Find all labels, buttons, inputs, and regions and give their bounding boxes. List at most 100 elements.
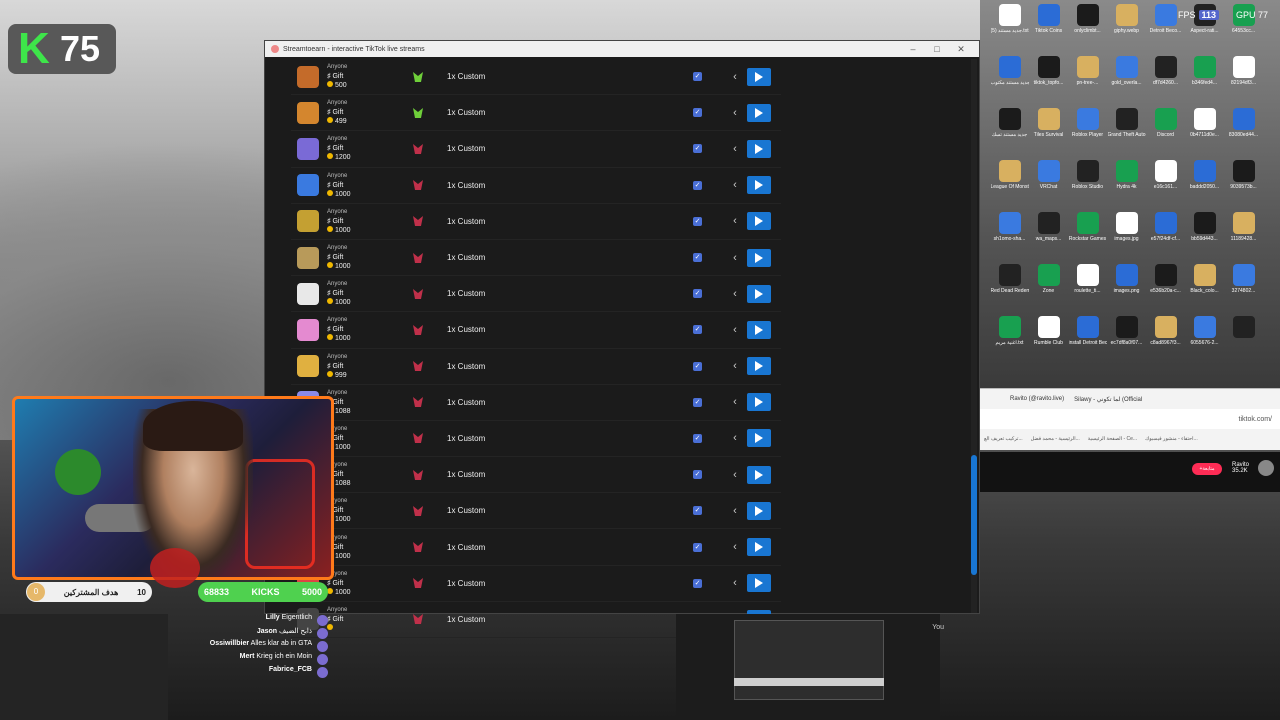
- desktop-shortcut[interactable]: Rockstar Games: [1068, 212, 1107, 264]
- enabled-checkbox[interactable]: ✓: [693, 180, 702, 190]
- desktop-shortcut[interactable]: wa_maps...: [1029, 212, 1068, 264]
- desktop-shortcut[interactable]: roulette_ti...: [1068, 264, 1107, 316]
- desktop-shortcut[interactable]: Roblox Player: [1068, 108, 1107, 160]
- desktop-shortcut[interactable]: Red Dead Redemp...: [990, 264, 1029, 316]
- enabled-checkbox[interactable]: ✓: [693, 216, 702, 226]
- play-button[interactable]: [747, 67, 771, 86]
- play-button[interactable]: [747, 176, 771, 195]
- table-row[interactable]: Anyone ♯ Gift 1000 1x Custom ✓ ‹: [291, 312, 781, 349]
- desktop-shortcut[interactable]: df7d4260...: [1146, 56, 1185, 108]
- table-row[interactable]: Anyone ♯ Gift 1000 1x Custom ✓ ‹: [291, 493, 781, 530]
- table-row[interactable]: Anyone ♯ Gift 1000 1x Custom ✓ ‹: [291, 204, 781, 240]
- play-button[interactable]: [747, 139, 771, 158]
- enabled-checkbox[interactable]: ✓: [693, 72, 702, 82]
- desktop-shortcut[interactable]: pn-tree-...: [1068, 56, 1107, 108]
- chevron-left-icon[interactable]: ‹: [729, 322, 741, 338]
- desktop-shortcut[interactable]: 3274802...: [1224, 264, 1263, 316]
- play-button[interactable]: [747, 357, 771, 376]
- desktop-shortcut[interactable]: onlyclimbt...: [1068, 4, 1107, 56]
- table-row[interactable]: Anyone ♯ Gift 1200 1x Custom ✓ ‹: [291, 131, 781, 168]
- desktop-shortcut[interactable]: VRChat: [1029, 160, 1068, 212]
- chevron-left-icon[interactable]: ‹: [729, 503, 741, 519]
- bookmark[interactable]: تركيب تعريف الع...: [984, 436, 1023, 442]
- address-bar[interactable]: tiktok.com/: [980, 409, 1280, 429]
- chevron-left-icon[interactable]: ‹: [729, 213, 741, 229]
- desktop-shortcut[interactable]: images.png: [1107, 264, 1146, 316]
- desktop-shortcut[interactable]: Tiktok Coins: [1029, 4, 1068, 56]
- desktop-shortcut[interactable]: 83080ed44...: [1224, 108, 1263, 160]
- desktop-shortcut[interactable]: giphy.webp: [1107, 4, 1146, 56]
- desktop-shortcut[interactable]: Rumble Club: [1029, 316, 1068, 368]
- enabled-checkbox[interactable]: ✓: [693, 542, 702, 552]
- desktop-shortcut[interactable]: اغنية مريم.txt: [990, 316, 1029, 368]
- table-row[interactable]: Anyone ♯ Gift 1000 1x Custom ✓ ‹: [291, 421, 781, 458]
- table-row[interactable]: Anyone ♯ Gift 499 1x Custom ✓ ‹: [291, 95, 781, 132]
- play-button[interactable]: [747, 574, 771, 593]
- follow-button[interactable]: +متابعة: [1192, 463, 1222, 475]
- enabled-checkbox[interactable]: ✓: [693, 144, 702, 154]
- chevron-left-icon[interactable]: ‹: [729, 286, 741, 302]
- desktop-shortcut[interactable]: c8ad8967f3...: [1146, 316, 1185, 368]
- chevron-left-icon[interactable]: ‹: [729, 467, 741, 483]
- play-button[interactable]: [747, 212, 771, 231]
- chevron-left-icon[interactable]: ‹: [729, 141, 741, 157]
- scrollbar-thumb[interactable]: [971, 455, 977, 575]
- play-button[interactable]: [747, 103, 771, 122]
- minimize-icon[interactable]: –: [901, 44, 925, 54]
- desktop-shortcut[interactable]: Roblox Studio: [1068, 160, 1107, 212]
- desktop-shortcut[interactable]: جديد مستند مكتوب: [990, 56, 1029, 108]
- play-button[interactable]: [747, 248, 771, 267]
- table-row[interactable]: Anyone ♯ Gift 999 1x Custom ✓ ‹: [291, 349, 781, 385]
- desktop-shortcut[interactable]: Grand Theft Auto V: [1107, 108, 1146, 160]
- enabled-checkbox[interactable]: ✓: [693, 433, 702, 443]
- enabled-checkbox[interactable]: ✓: [693, 397, 702, 407]
- browser-window[interactable]: Ravito (@ravito.live) Silawy - لما تكوني…: [980, 388, 1280, 450]
- desktop-shortcut[interactable]: 0b4711d0e...: [1185, 108, 1224, 160]
- desktop-shortcut[interactable]: b346fed4...: [1185, 56, 1224, 108]
- desktop-shortcut[interactable]: League Of Monster...: [990, 160, 1029, 212]
- enabled-checkbox[interactable]: ✓: [693, 325, 702, 335]
- table-row[interactable]: Anyone ♯ Gift 1000 1x Custom ✓ ‹: [291, 276, 781, 313]
- chevron-left-icon[interactable]: ‹: [729, 69, 741, 85]
- chevron-left-icon[interactable]: ‹: [729, 358, 741, 374]
- play-button[interactable]: [747, 429, 771, 448]
- chevron-left-icon[interactable]: ‹: [729, 539, 741, 555]
- enabled-checkbox[interactable]: ✓: [693, 108, 702, 118]
- desktop-shortcut[interactable]: gold_overla...: [1107, 56, 1146, 108]
- bookmark[interactable]: الصفحة الرئيسية - Ce...: [1088, 436, 1137, 442]
- desktop-shortcut[interactable]: [1224, 316, 1263, 368]
- close-icon[interactable]: ✕: [949, 44, 973, 55]
- bookmark[interactable]: الرئيسية - محمد فضل...: [1031, 436, 1080, 442]
- window-titlebar[interactable]: Streamtoearn - interactive TikTok live s…: [265, 41, 979, 57]
- avatar[interactable]: [1258, 460, 1274, 476]
- tab-silawy[interactable]: Silawy - لما تكوني (Official: [1074, 396, 1142, 403]
- play-button[interactable]: [747, 320, 771, 339]
- table-row[interactable]: Anyone ♯ Gift 1000 1x Custom ✓ ‹: [291, 240, 781, 277]
- table-row[interactable]: Anyone ♯ Gift 500 1x Custom ✓ ‹: [291, 59, 781, 96]
- table-row[interactable]: Anyone ♯ Gift 1000 1x Custom ✓ ‹: [291, 529, 781, 566]
- scrollbar[interactable]: [971, 59, 977, 613]
- play-button[interactable]: [747, 465, 771, 484]
- enabled-checkbox[interactable]: ✓: [693, 470, 702, 480]
- play-button[interactable]: [747, 538, 771, 557]
- desktop-shortcut[interactable]: جديد مستند (5).txt: [990, 4, 1029, 56]
- chevron-left-icon[interactable]: ‹: [729, 177, 741, 193]
- desktop-shortcut[interactable]: Tiles Survival: [1029, 108, 1068, 160]
- desktop-shortcut[interactable]: Discord: [1146, 108, 1185, 160]
- desktop-shortcut[interactable]: baddd2050...: [1185, 160, 1224, 212]
- enabled-checkbox[interactable]: ✓: [693, 289, 702, 299]
- desktop-shortcut[interactable]: Black_colo...: [1185, 264, 1224, 316]
- streamtoearn-window[interactable]: Streamtoearn - interactive TikTok live s…: [264, 40, 980, 638]
- chevron-left-icon[interactable]: ‹: [729, 575, 741, 591]
- chevron-left-icon[interactable]: ‹: [729, 105, 741, 121]
- desktop-shortcut[interactable]: images.jpg: [1107, 212, 1146, 264]
- desktop-shortcut[interactable]: 11189428...: [1224, 212, 1263, 264]
- tab-ravito[interactable]: Ravito (@ravito.live): [1010, 396, 1064, 402]
- table-row[interactable]: Anyone ♯ Gift 1088 1x Custom ✓ ‹: [291, 385, 781, 421]
- chevron-left-icon[interactable]: ‹: [729, 430, 741, 446]
- enabled-checkbox[interactable]: ✓: [693, 578, 702, 588]
- desktop-shortcut[interactable]: 6055676-2...: [1185, 316, 1224, 368]
- enabled-checkbox[interactable]: ✓: [693, 506, 702, 516]
- desktop-shortcut[interactable]: Zone: [1029, 264, 1068, 316]
- play-button[interactable]: [747, 501, 771, 520]
